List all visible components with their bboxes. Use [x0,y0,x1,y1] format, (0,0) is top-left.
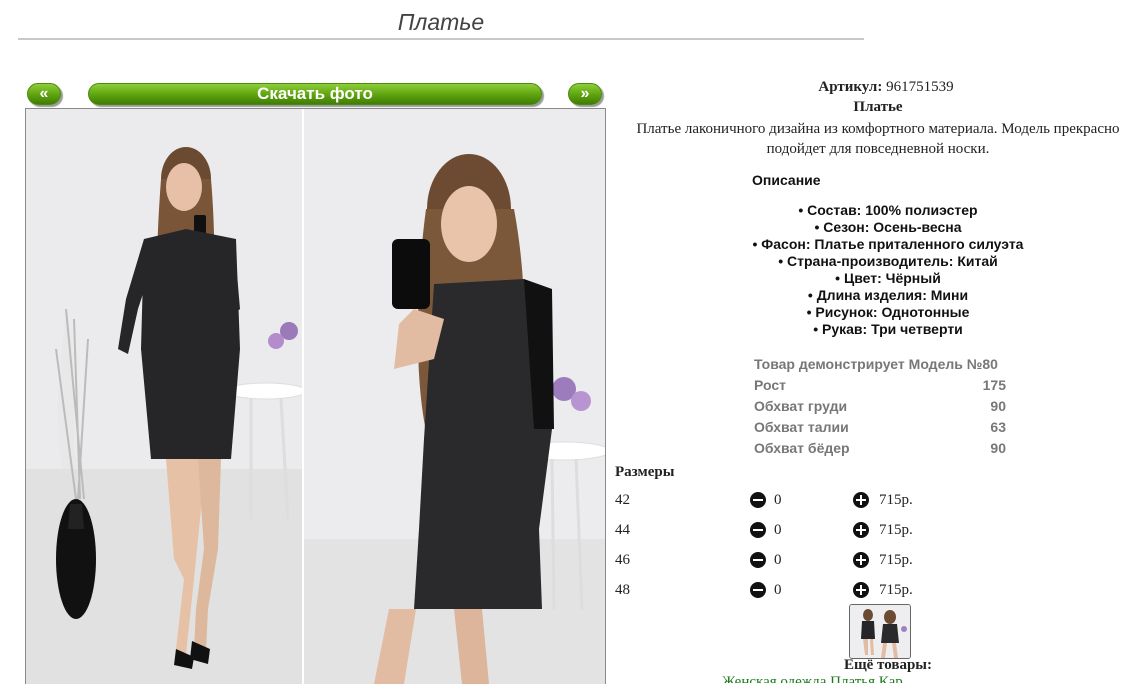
price-value: 715р. [879,522,913,538]
size-label: 42 [615,492,630,508]
minus-circle-icon[interactable] [750,492,766,508]
spec-item: • Состав: 100% полиэстер [798,202,978,218]
model-row-label: Обхват бёдер [754,440,850,456]
more-products-title: Ещё товары: [843,657,933,673]
model-row: Обхват груди 90 [754,396,1006,417]
plus-circle-icon[interactable] [853,582,869,598]
product-description: Платье лаконичного дизайна из комфортног… [636,121,1120,157]
quantity-value: 0 [774,522,782,538]
model-row-label: Обхват груди [754,398,848,414]
article-label: Артикул: [818,79,883,95]
model-row: Рост 175 [754,375,1006,396]
plus-circle-icon[interactable] [853,492,869,508]
size-label: 46 [615,552,630,568]
model-row: Товар демонстрирует Модель №80 [754,354,1006,375]
model-row-label: Товар демонстрирует Модель №80 [754,356,998,372]
spec-item: • Фасон: Платье приталенного силуэта [752,236,1024,252]
spec-item: • Сезон: Осень-весна [814,219,962,235]
product-photo-front-image [26,109,302,684]
model-row-label: Рост [754,377,786,393]
size-label: 48 [615,582,630,598]
spec-item: • Длина изделия: Мини [807,287,969,303]
product-photo-mirror[interactable] [304,109,605,684]
product-photo-gallery [25,108,606,684]
product-photo-front[interactable] [26,109,302,684]
model-row-value: 90 [990,440,1006,456]
minus-circle-icon[interactable] [750,582,766,598]
model-row-value: 175 [982,377,1006,393]
model-row-label: Обхват талии [754,419,849,435]
specs-list: • Состав: 100% полиэстер • Сезон: Осень-… [730,202,1046,338]
specs-title: Описание [752,172,821,188]
spec-item: • Рисунок: Однотонные [806,304,970,320]
size-row-46: 46 0 715р. [615,550,945,580]
size-row-42: 42 0 715р. [615,490,945,520]
size-row-44: 44 0 715р. [615,520,945,550]
product-name: Платье [853,99,903,115]
quantity-value: 0 [774,552,782,568]
price-value: 715р. [879,552,913,568]
more-products-links[interactable]: Женская одежда Платья Кар [722,674,952,683]
article-line: Артикул: 961751539 [616,79,1141,96]
price-value: 715р. [879,492,913,508]
minus-circle-icon[interactable] [750,552,766,568]
size-label: 44 [615,522,630,538]
download-photo-button[interactable]: Скачать фото [88,83,542,105]
product-thumbnail[interactable] [849,604,911,659]
product-photo-mirror-image [304,109,605,684]
model-row-value: 90 [990,398,1006,414]
price-value: 715р. [879,582,913,598]
minus-circle-icon[interactable] [750,522,766,538]
next-photo-button[interactable]: » [568,83,602,105]
quantity-value: 0 [774,492,782,508]
model-row: Обхват талии 63 [754,417,1006,438]
article-value: 961751539 [886,79,954,95]
plus-circle-icon[interactable] [853,552,869,568]
spec-item: • Рукав: Три четверти [813,321,963,337]
spec-item: • Страна-производитель: Китай [778,253,998,269]
model-row-value: 63 [990,419,1006,435]
previous-photo-button[interactable]: « [27,83,61,105]
model-measurements-table: Товар демонстрирует Модель №80 Рост 175 … [754,354,1006,459]
model-row: Обхват бёдер 90 [754,438,1006,459]
product-thumbnail-image [850,605,910,658]
sizes-title: Размеры [615,464,675,480]
quantity-value: 0 [774,582,782,598]
page-title: Платье [18,6,864,40]
plus-circle-icon[interactable] [853,522,869,538]
spec-item: • Цвет: Чёрный [835,270,941,286]
